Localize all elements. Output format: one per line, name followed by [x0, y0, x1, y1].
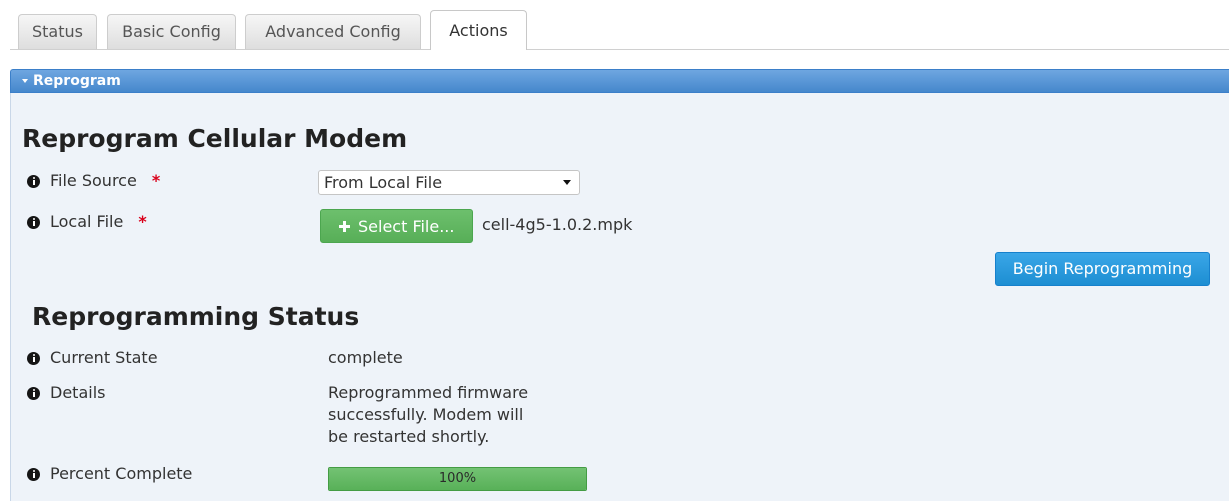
chevron-down-icon — [563, 180, 571, 185]
info-icon[interactable] — [27, 351, 40, 365]
app-window: Status Basic Config Advanced Config Acti… — [0, 0, 1229, 501]
reprogram-panel-body: Reprogram Cellular Modem File Source * F… — [10, 93, 1229, 501]
required-asterisk: * — [138, 212, 147, 231]
file-source-select[interactable]: From Local File — [318, 170, 580, 195]
details-field-label: Details — [27, 382, 105, 404]
tab-advanced-config[interactable]: Advanced Config — [245, 14, 421, 49]
reprogramming-status-heading: Reprogramming Status — [32, 302, 360, 331]
begin-reprogramming-button[interactable]: Begin Reprogramming — [995, 252, 1210, 286]
tab-actions[interactable]: Actions — [430, 10, 527, 50]
info-icon[interactable] — [27, 174, 40, 188]
info-icon[interactable] — [27, 386, 40, 400]
required-asterisk: * — [151, 171, 161, 190]
tab-bar: Status Basic Config Advanced Config Acti… — [0, 0, 1229, 51]
tab-basic-config[interactable]: Basic Config — [107, 14, 236, 49]
tab-bar-divider — [10, 49, 1229, 50]
reprogram-panel: Reprogram Reprogram Cellular Modem File … — [10, 69, 1229, 501]
progress-text: 100% — [438, 471, 477, 486]
local-file-field-label: Local File * — [27, 211, 147, 233]
info-icon[interactable] — [27, 467, 40, 481]
info-icon[interactable] — [27, 215, 40, 229]
select-file-button-label: Select File... — [358, 216, 455, 236]
current-state-field-label: Current State — [27, 347, 158, 369]
reprogram-panel-header[interactable]: Reprogram — [10, 69, 1229, 93]
progress-bar: 100% — [328, 467, 587, 491]
selected-file-name: cell-4g5-1.0.2.mpk — [482, 215, 633, 234]
current-state-label: Current State — [50, 348, 158, 367]
file-source-label: File Source — [50, 171, 137, 190]
tab-status[interactable]: Status — [18, 14, 97, 49]
select-file-button[interactable]: Select File... — [320, 209, 473, 243]
details-value: Reprogrammed firmware successfully. Mode… — [328, 383, 529, 446]
percent-complete-field-label: Percent Complete — [27, 463, 192, 485]
local-file-label: Local File — [50, 212, 124, 231]
panel-title: Reprogram — [33, 73, 121, 89]
details-label: Details — [50, 383, 106, 402]
file-source-selected-value: From Local File — [324, 173, 443, 192]
plus-icon — [339, 220, 350, 232]
reprogram-heading: Reprogram Cellular Modem — [22, 124, 408, 153]
percent-complete-label: Percent Complete — [50, 464, 193, 483]
caret-down-icon — [22, 79, 28, 83]
file-source-field-label: File Source * — [27, 170, 160, 192]
current-state-value: complete — [328, 348, 403, 367]
